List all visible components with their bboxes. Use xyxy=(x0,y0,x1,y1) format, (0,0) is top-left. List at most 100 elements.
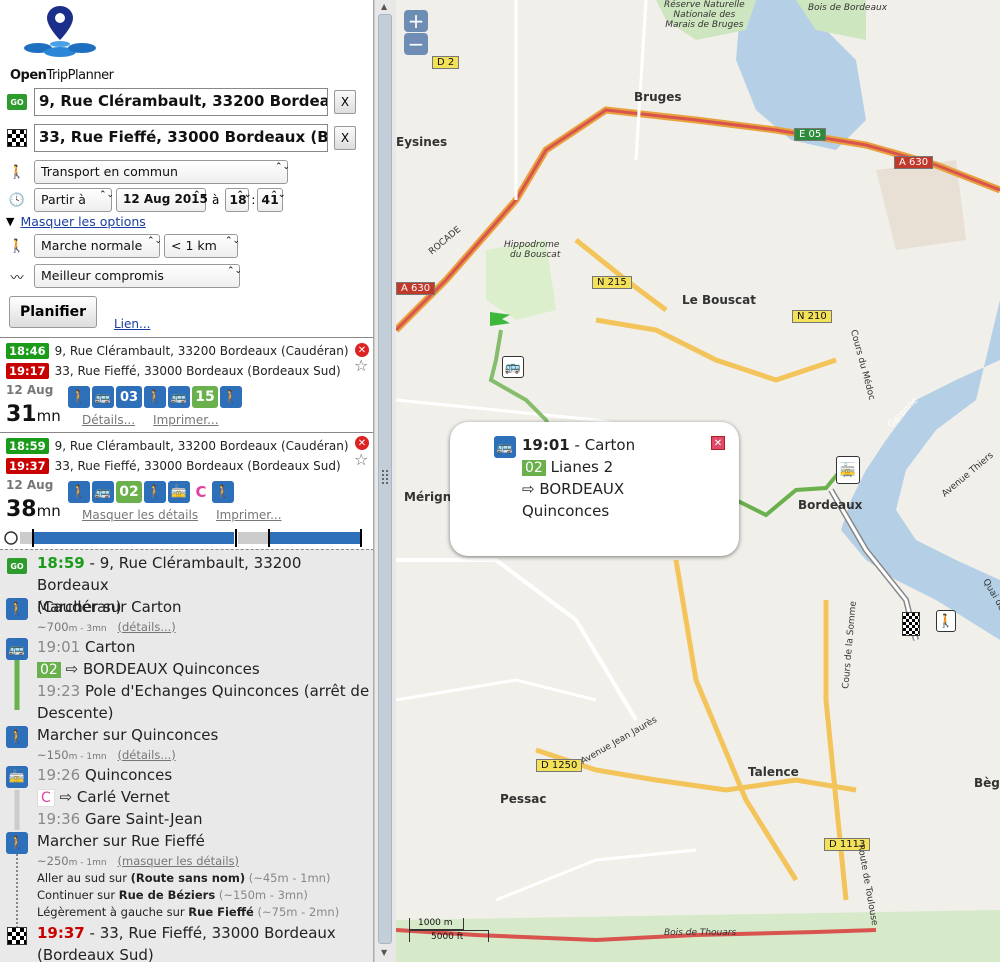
step-bus-alight: 19:23 Pole d'Echanges Quinconces (arrêt … xyxy=(37,682,370,722)
label-eysines: Eysines xyxy=(396,135,448,149)
walk-icon: 🚶 xyxy=(6,726,28,748)
shield-n215: N 215 xyxy=(592,276,632,289)
walk-icon[interactable]: 🚶 xyxy=(936,610,956,632)
label-hippodrome: Hippodrome du Bouscat xyxy=(504,240,561,260)
zoom-out-button[interactable]: − xyxy=(404,32,428,56)
clear-to-button[interactable]: X xyxy=(334,126,356,150)
tram-stop-icon[interactable]: 🚋 xyxy=(836,456,860,484)
permalink-link[interactable]: Lien... xyxy=(114,317,150,331)
walk3-meta: ~250m - 1mn (masquer les détails) xyxy=(37,854,240,868)
walk3-hide-details-link[interactable]: (masquer les détails) xyxy=(118,854,240,868)
map[interactable]: + − D 2 E 05 A 630 A 630 N 215 N 210 D 1… xyxy=(396,0,1000,962)
shield-e05: E 05 xyxy=(794,128,827,141)
walk1-details-link[interactable]: (détails...) xyxy=(118,620,176,634)
hour-input[interactable]: 18 xyxy=(225,188,250,212)
optimize-row: 〰 Meilleur compromis xyxy=(6,264,240,288)
clock-icon: 🕓 xyxy=(8,192,26,208)
walk1-meta: ~700m - 3mn (détails...) xyxy=(37,620,176,634)
label-bordeaux: Bordeaux xyxy=(798,498,863,512)
transit-mode-icon: 🚶 xyxy=(8,164,26,180)
mode-select[interactable]: Transport en commun xyxy=(34,160,288,184)
star-icon[interactable]: ☆ xyxy=(354,356,368,375)
end-flag-marker[interactable] xyxy=(902,612,920,636)
itin1-duration: 31mn xyxy=(6,402,61,427)
popup-route: 02 Lianes 2 xyxy=(522,458,613,476)
route-badge: 15 xyxy=(192,386,218,408)
walk2-details-link[interactable]: (détails...) xyxy=(118,748,176,762)
splitter-grip-icon[interactable] xyxy=(382,470,388,484)
close-popup-icon[interactable]: ✕ xyxy=(711,436,725,450)
bus-icon: 🚌 xyxy=(92,481,114,503)
map-scale: 1000 m 5000 ft xyxy=(409,918,494,948)
from-input[interactable]: 9, Rue Clérambault, 33200 Bordeaux (Caud… xyxy=(34,88,328,116)
route-optimize-icon: 〰 xyxy=(10,270,24,286)
date-input[interactable]: 12 Aug 2015 xyxy=(116,188,208,212)
walk-icon: 🚶 xyxy=(144,481,166,503)
map-popup: 🚌 19:01 - Carton 02 Lianes 2 ⇨ BORDEAUX … xyxy=(450,422,739,556)
mode-row: 🚶 Transport en commun xyxy=(6,160,288,184)
direction-2: Continuer sur Rue de Béziers (~150m - 3m… xyxy=(37,888,308,902)
depart-select[interactable]: Partir à xyxy=(34,188,112,212)
label-bois-bordeaux: Bois de Bordeaux xyxy=(808,3,888,13)
close-icon[interactable]: ✕ xyxy=(355,343,369,357)
label-pessac: Pessac xyxy=(500,792,547,806)
shield-a630: A 630 xyxy=(894,156,934,169)
time-row: 🕓 Partir à 12 Aug 2015 à 18 : 41 xyxy=(6,188,284,212)
label-talence: Talence xyxy=(748,765,799,779)
go-flag-icon: GO xyxy=(6,556,28,576)
scroll-down-icon[interactable]: ▼ xyxy=(381,948,387,957)
label-bege: Bèg xyxy=(974,776,1000,790)
itin1-modes: 🚶 🚌 03 🚶 🚌 15 🚶 xyxy=(68,386,242,408)
itin2-arrival: 19:37 33, Rue Fieffé, 33000 Bordeaux (Bor… xyxy=(6,458,341,474)
itinerary-2[interactable]: 18:59 9, Rue Clérambault, 33200 Bordeaux … xyxy=(0,432,373,548)
app: OpenTripPlanner GO 9, Rue Clérambault, 3… xyxy=(0,0,1000,962)
itin2-date: 12 Aug xyxy=(6,478,54,492)
popup-direction-2: Quinconces xyxy=(522,502,610,520)
itinerary-timeline-bar xyxy=(4,529,362,547)
go-flag-icon: GO xyxy=(6,92,28,112)
itin2-actions: Masquer les détails Imprimer... xyxy=(82,508,300,522)
walk-icon: 🚶 xyxy=(68,481,90,503)
to-input[interactable]: 33, Rue Fieffé, 33000 Bordeaux (Bordeaux… xyxy=(34,124,328,152)
hide-options-link[interactable]: Masquer les options xyxy=(20,214,145,229)
step-end: 19:37 - 33, Rue Fieffé, 33000 Bordeaux (B… xyxy=(37,924,336,962)
sidebar: OpenTripPlanner GO 9, Rue Clérambault, 3… xyxy=(0,0,374,962)
walk-icon: 🚶 xyxy=(68,386,90,408)
bus-stop-icon[interactable]: 🚌 xyxy=(502,356,524,378)
scroll-up-icon[interactable]: ▲ xyxy=(381,2,387,11)
clear-from-button[interactable]: X xyxy=(334,90,356,114)
itin1-date: 12 Aug xyxy=(6,383,54,397)
optimize-select[interactable]: Meilleur compromis xyxy=(34,264,240,288)
popup-stop: 19:01 - Carton xyxy=(522,436,636,454)
plan-button[interactable]: Planifier xyxy=(9,296,97,328)
direction-1: Aller au sud sur (Route sans nom) (~45m … xyxy=(37,871,331,885)
zoom-in-button[interactable]: + xyxy=(404,9,428,33)
shield-d2: D 2 xyxy=(432,56,460,69)
walk-speed-select[interactable]: Marche normale xyxy=(34,234,160,258)
tram-icon: 🚋 xyxy=(6,766,28,788)
route-badge: 03 xyxy=(116,386,142,408)
close-icon[interactable]: ✕ xyxy=(355,436,369,450)
bus-icon: 🚌 xyxy=(494,436,516,458)
walk2-meta: ~150m - 1mn (détails...) xyxy=(37,748,176,762)
star-icon[interactable]: ☆ xyxy=(354,450,368,469)
itin1-departure: 18:46 9, Rue Clérambault, 33200 Bordeaux … xyxy=(6,343,349,359)
route-badge: 02 xyxy=(116,481,142,503)
print-link[interactable]: Imprimer... xyxy=(153,413,218,427)
minute-input[interactable]: 41 xyxy=(257,188,284,212)
step-tram-route: C ⇨ Carlé Vernet xyxy=(37,786,170,809)
step-tram-alight: 19:36 Gare Saint-Jean xyxy=(37,810,203,828)
walk-distance-select[interactable]: < 1 km xyxy=(164,234,238,258)
from-row: GO 9, Rue Clérambault, 33200 Bordeaux (C… xyxy=(6,88,356,116)
route-badge: C xyxy=(192,481,210,503)
walk-icon: 🚶 xyxy=(6,598,28,620)
details-link[interactable]: Détails... xyxy=(82,413,135,427)
print-link[interactable]: Imprimer... xyxy=(216,508,281,522)
at-label: à xyxy=(212,193,220,207)
step-bus-route: 02 ⇨ BORDEAUX Quinconces xyxy=(37,658,260,681)
walk-icon: 🚶 xyxy=(212,481,234,503)
sidebar-scrollbar[interactable]: ▲ ▼ xyxy=(374,0,396,962)
itinerary-1[interactable]: 18:46 9, Rue Clérambault, 33200 Bordeaux … xyxy=(0,337,373,432)
tram-icon: 🚋 xyxy=(168,481,190,503)
hide-details-link[interactable]: Masquer les détails xyxy=(82,508,198,522)
